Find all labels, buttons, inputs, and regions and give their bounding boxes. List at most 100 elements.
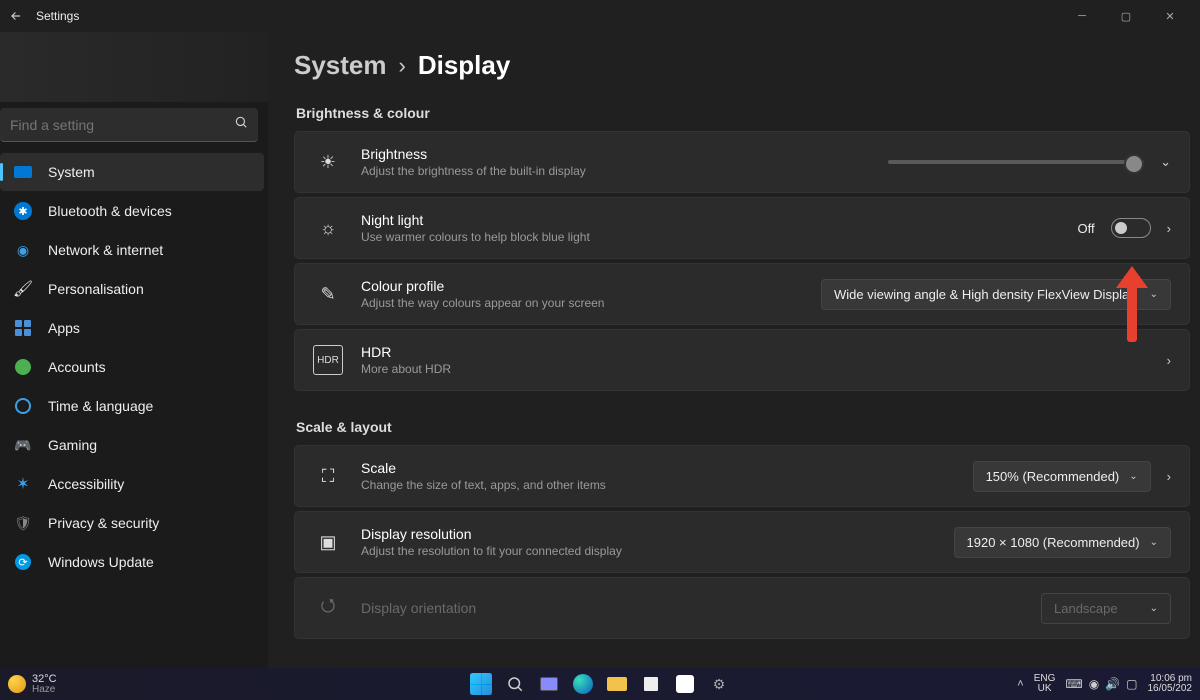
nav-label: Accounts bbox=[48, 359, 106, 375]
apps-icon bbox=[12, 317, 34, 339]
breadcrumb-current: Display bbox=[418, 50, 511, 81]
file-explorer-icon[interactable] bbox=[604, 671, 630, 697]
orientation-dropdown[interactable]: Landscape ⌄ bbox=[1041, 593, 1171, 624]
scale-icon: ⛶ bbox=[313, 461, 343, 491]
maximize-button[interactable]: ▢ bbox=[1104, 0, 1148, 32]
taskbar[interactable]: 32°C Haze ⚙ ˄ ENG UK ⌨ ◉ 🔊 ▢ 10:06 pm 16… bbox=[0, 668, 1200, 700]
wifi-tray-icon[interactable]: ◉ bbox=[1089, 677, 1099, 691]
nav-network[interactable]: ◉ Network & internet bbox=[0, 231, 264, 269]
breadcrumb: System › Display bbox=[294, 50, 1190, 81]
chevron-right-icon[interactable]: › bbox=[1167, 353, 1171, 368]
settings-icon[interactable]: ⚙ bbox=[706, 671, 732, 697]
main-content: System › Display Brightness & colour ☀ B… bbox=[268, 32, 1200, 668]
nav-privacy[interactable]: 🛡 Privacy & security bbox=[0, 504, 264, 542]
minimize-button[interactable]: ─ bbox=[1060, 0, 1104, 32]
orientation-title: Display orientation bbox=[361, 600, 476, 616]
nav-label: Apps bbox=[48, 320, 80, 336]
chevron-down-icon: ⌄ bbox=[1150, 537, 1158, 548]
battery-icon[interactable]: ▢ bbox=[1126, 677, 1137, 691]
resolution-title: Display resolution bbox=[361, 526, 622, 542]
weather-cond: Haze bbox=[32, 685, 57, 695]
brightness-title: Brightness bbox=[361, 146, 586, 162]
scale-sub: Change the size of text, apps, and other… bbox=[361, 478, 606, 492]
start-button[interactable] bbox=[468, 671, 494, 697]
sun-icon: ☀ bbox=[313, 147, 343, 177]
edge-icon[interactable] bbox=[570, 671, 596, 697]
store-icon[interactable] bbox=[638, 671, 664, 697]
section-scale-layout: Scale & layout bbox=[296, 419, 1190, 435]
nightlight-title: Night light bbox=[361, 212, 590, 228]
nav-label: Bluetooth & devices bbox=[48, 203, 172, 219]
bluetooth-icon: ✱ bbox=[12, 200, 34, 222]
brightness-sub: Adjust the brightness of the built-in di… bbox=[361, 164, 586, 178]
nav-bluetooth[interactable]: ✱ Bluetooth & devices bbox=[0, 192, 264, 230]
scale-title: Scale bbox=[361, 460, 606, 476]
breadcrumb-parent[interactable]: System bbox=[294, 50, 387, 81]
brightness-card[interactable]: ☀ Brightness Adjust the brightness of th… bbox=[294, 131, 1190, 193]
nav-windows-update[interactable]: ⟳ Windows Update bbox=[0, 543, 264, 581]
colourprofile-value: Wide viewing angle & High density FlexVi… bbox=[834, 287, 1136, 302]
keyboard-icon[interactable]: ⌨ bbox=[1065, 677, 1082, 691]
orientation-card[interactable]: ⭯ Display orientation Landscape ⌄ bbox=[294, 577, 1190, 639]
search-box[interactable] bbox=[0, 108, 258, 142]
nav-label: Personalisation bbox=[48, 281, 144, 297]
volume-icon[interactable]: 🔊 bbox=[1105, 677, 1120, 691]
person-icon bbox=[12, 356, 34, 378]
update-icon: ⟳ bbox=[12, 551, 34, 573]
chevron-down-icon[interactable]: ⌄ bbox=[1160, 154, 1171, 170]
brightness-slider[interactable] bbox=[888, 160, 1144, 164]
nav-time-language[interactable]: Time & language bbox=[0, 387, 264, 425]
shield-icon: 🛡 bbox=[12, 512, 34, 534]
gamepad-icon: 🎮 bbox=[12, 434, 34, 456]
chevron-down-icon: ⌄ bbox=[1150, 289, 1158, 300]
weather-temp: 32°C bbox=[32, 674, 57, 685]
taskbar-search-icon[interactable] bbox=[502, 671, 528, 697]
nightlight-icon: ☼ bbox=[313, 213, 343, 243]
back-button[interactable] bbox=[8, 8, 24, 24]
account-block[interactable] bbox=[0, 32, 268, 102]
task-view-icon[interactable] bbox=[536, 671, 562, 697]
weather-icon bbox=[8, 675, 26, 693]
window-title: Settings bbox=[36, 9, 79, 23]
hdr-sub: More about HDR bbox=[361, 362, 451, 376]
orientation-value: Landscape bbox=[1054, 601, 1118, 616]
orientation-icon: ⭯ bbox=[313, 593, 343, 623]
taskbar-weather[interactable]: 32°C Haze bbox=[8, 674, 57, 695]
nightlight-card[interactable]: ☼ Night light Use warmer colours to help… bbox=[294, 197, 1190, 259]
search-icon[interactable] bbox=[224, 115, 258, 134]
nav-apps[interactable]: Apps bbox=[0, 309, 264, 347]
search-input[interactable] bbox=[0, 117, 224, 133]
nav-personalisation[interactable]: 🖌 Personalisation bbox=[0, 270, 264, 308]
hdr-title: HDR bbox=[361, 344, 451, 360]
chevron-right-icon: › bbox=[399, 53, 406, 79]
colourprofile-title: Colour profile bbox=[361, 278, 604, 294]
nav-label: Network & internet bbox=[48, 242, 163, 258]
nightlight-toggle[interactable] bbox=[1111, 218, 1151, 238]
chevron-down-icon: ⌄ bbox=[1129, 471, 1137, 482]
nav-system[interactable]: System bbox=[0, 153, 264, 191]
resolution-sub: Adjust the resolution to fit your connec… bbox=[361, 544, 622, 558]
chevron-right-icon[interactable]: › bbox=[1167, 221, 1171, 236]
resolution-card[interactable]: ▣ Display resolution Adjust the resoluti… bbox=[294, 511, 1190, 573]
scale-dropdown[interactable]: 150% (Recommended) ⌄ bbox=[973, 461, 1151, 492]
calendar-icon[interactable] bbox=[672, 671, 698, 697]
scale-card[interactable]: ⛶ Scale Change the size of text, apps, a… bbox=[294, 445, 1190, 507]
resolution-dropdown[interactable]: 1920 × 1080 (Recommended) ⌄ bbox=[954, 527, 1171, 558]
close-button[interactable]: ✕ bbox=[1148, 0, 1192, 32]
chevron-right-icon[interactable]: › bbox=[1167, 469, 1171, 484]
nav-label: Accessibility bbox=[48, 476, 124, 492]
nightlight-state: Off bbox=[1078, 221, 1095, 236]
colourprofile-card[interactable]: ✎ Colour profile Adjust the way colours … bbox=[294, 263, 1190, 325]
nav-list: System ✱ Bluetooth & devices ◉ Network &… bbox=[0, 152, 268, 668]
colourprofile-dropdown[interactable]: Wide viewing angle & High density FlexVi… bbox=[821, 279, 1171, 310]
nav-label: System bbox=[48, 164, 95, 180]
resolution-icon: ▣ bbox=[313, 527, 343, 557]
hdr-card[interactable]: HDR HDR More about HDR › bbox=[294, 329, 1190, 391]
nav-accounts[interactable]: Accounts bbox=[0, 348, 264, 386]
clock[interactable]: 10:06 pm 16/05/202 bbox=[1148, 674, 1193, 694]
language-indicator[interactable]: ENG UK bbox=[1034, 674, 1056, 694]
nav-accessibility[interactable]: ✶ Accessibility bbox=[0, 465, 264, 503]
nav-label: Privacy & security bbox=[48, 515, 159, 531]
nav-gaming[interactable]: 🎮 Gaming bbox=[0, 426, 264, 464]
tray-chevron-icon[interactable]: ˄ bbox=[1017, 678, 1023, 690]
